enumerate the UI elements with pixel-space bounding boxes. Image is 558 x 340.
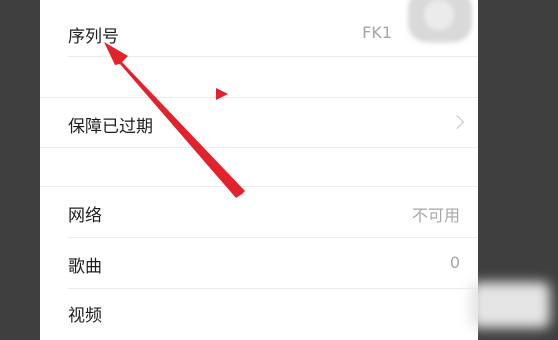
red-arrow-icon [104,42,245,198]
arrow-shape [104,42,245,198]
red-marker-icon [216,88,228,100]
